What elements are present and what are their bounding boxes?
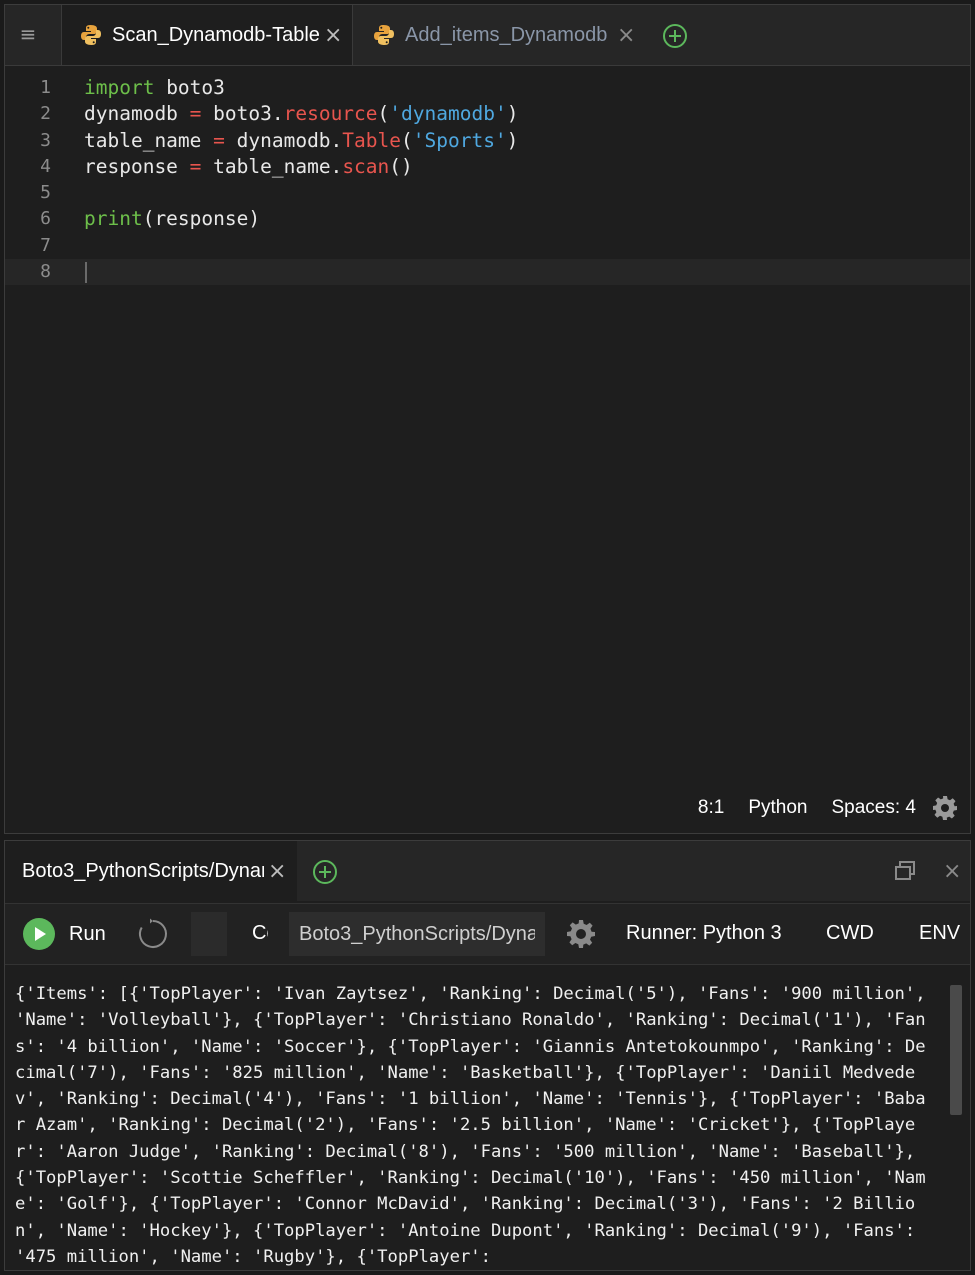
code-token: ) <box>506 102 519 126</box>
add-tab-icon[interactable] <box>663 24 687 48</box>
code-text: response = table_name.scan() <box>84 154 413 180</box>
code-text: import boto3 <box>84 75 225 101</box>
close-icon[interactable]: × <box>617 23 635 48</box>
code-token: 'dynamodb' <box>389 102 507 126</box>
env-button[interactable]: ENV <box>919 922 960 945</box>
python-icon <box>374 25 394 45</box>
code-line[interactable]: 2 dynamodb = boto3.resource('dynamodb') <box>5 101 970 127</box>
code-token: 'Sports' <box>412 128 507 152</box>
code-token: scan <box>342 154 390 178</box>
code-line[interactable]: 6 print(response) <box>5 206 970 232</box>
code-token: Table <box>342 128 401 152</box>
code-token: print <box>84 207 143 231</box>
stop-button[interactable] <box>191 912 227 956</box>
hamburger-icon[interactable]: ≡ <box>17 23 39 45</box>
command-input[interactable] <box>289 912 545 956</box>
code-line[interactable]: 4 response = table_name.scan() <box>5 154 970 180</box>
code-token: = <box>189 102 202 126</box>
code-token: dynamodb. <box>224 128 343 152</box>
code-text: table_name = dynamodb.Table('Sports') <box>84 128 518 154</box>
run-label: Run <box>69 922 106 945</box>
code-token: = <box>213 128 225 152</box>
line-number: 1 <box>40 77 51 98</box>
editor-pane: ≡ Scan_Dynamodb-Table × Add_items_Dynamo… <box>4 4 971 834</box>
restore-window-icon[interactable] <box>894 860 916 882</box>
code-line[interactable]: 1 import boto3 <box>5 75 970 101</box>
code-line[interactable]: 8 <box>5 259 970 286</box>
indent-setting[interactable]: Spaces: 4 <box>832 797 917 819</box>
code-token: boto3 <box>154 76 225 99</box>
code-line[interactable]: 3 table_name = dynamodb.Table('Sports') <box>5 128 970 154</box>
code-token: response <box>84 154 190 178</box>
runner-tab-bar: Boto3_PythonScripts/Dynamodb × × <box>5 841 970 901</box>
code-token: boto3. <box>201 102 284 126</box>
code-token: dynamodb <box>84 102 190 126</box>
code-token: ( <box>401 128 413 152</box>
code-text: dynamodb = boto3.resource('dynamodb') <box>84 101 518 127</box>
status-bar: 8:1 Python Spaces: 4 <box>674 795 958 821</box>
gear-icon[interactable] <box>565 918 597 950</box>
cursor-position[interactable]: 8:1 <box>698 797 724 819</box>
tab-label: Boto3_PythonScripts/Dynamodb <box>22 859 264 882</box>
text-cursor <box>85 262 87 284</box>
code-area[interactable]: 1 import boto3 2 dynamodb = boto3.resource(… <box>5 75 970 286</box>
close-icon[interactable]: × <box>324 23 342 48</box>
close-pane-icon[interactable]: × <box>943 859 961 884</box>
run-button[interactable]: Run <box>23 918 106 950</box>
line-number: 3 <box>40 129 51 151</box>
tab-scan-dynamodb-table[interactable]: Scan_Dynamodb-Table × <box>61 5 353 65</box>
editor-tab-bar: ≡ Scan_Dynamodb-Table × Add_items_Dynamo… <box>5 5 970 66</box>
line-number: 2 <box>40 103 51 125</box>
language-mode[interactable]: Python <box>748 797 807 819</box>
close-icon[interactable]: × <box>268 859 286 884</box>
code-token: ) <box>506 128 519 152</box>
gear-icon[interactable] <box>932 795 958 821</box>
line-number: 4 <box>40 155 51 177</box>
runner-pane: Boto3_PythonScripts/Dynamodb × × Run Com… <box>4 840 971 1271</box>
code-token: table_name <box>84 128 214 152</box>
line-number: 7 <box>40 234 51 256</box>
scrollbar[interactable] <box>950 985 962 1115</box>
code-token: () <box>389 154 413 178</box>
code-token: table_name. <box>201 154 343 178</box>
runner-toolbar: Run Command Runner: Python 3 CWD ENV <box>5 903 970 965</box>
code-text: print(response) <box>84 206 260 232</box>
code-token: ( <box>377 102 390 126</box>
line-number: 6 <box>40 208 51 230</box>
code-token: = <box>189 154 202 178</box>
code-line[interactable]: 7 <box>5 233 970 259</box>
code-token: import <box>84 76 155 99</box>
line-number: 5 <box>40 182 51 204</box>
tab-label: Scan_Dynamodb-Table <box>112 23 320 46</box>
add-tab-icon[interactable] <box>313 860 337 884</box>
python-icon <box>81 25 101 45</box>
play-icon <box>23 918 55 950</box>
runner-selector[interactable]: Runner: Python 3 <box>626 922 782 945</box>
tab-add-items-dynamodb[interactable]: Add_items_Dynamodb × <box>355 5 645 65</box>
code-line[interactable]: 5 <box>5 180 970 206</box>
command-label: Command <box>252 922 268 944</box>
console-output: {'Items': [{'TopPlayer': 'Ivan Zaytsez',… <box>15 984 926 1267</box>
line-number: 8 <box>40 261 51 283</box>
tab-runner[interactable]: Boto3_PythonScripts/Dynamodb × <box>5 841 297 901</box>
code-token: resource <box>283 102 378 126</box>
tab-label: Add_items_Dynamodb <box>405 23 608 46</box>
restart-icon[interactable] <box>137 918 169 950</box>
code-token: (response) <box>142 207 261 231</box>
cwd-button[interactable]: CWD <box>826 922 874 945</box>
